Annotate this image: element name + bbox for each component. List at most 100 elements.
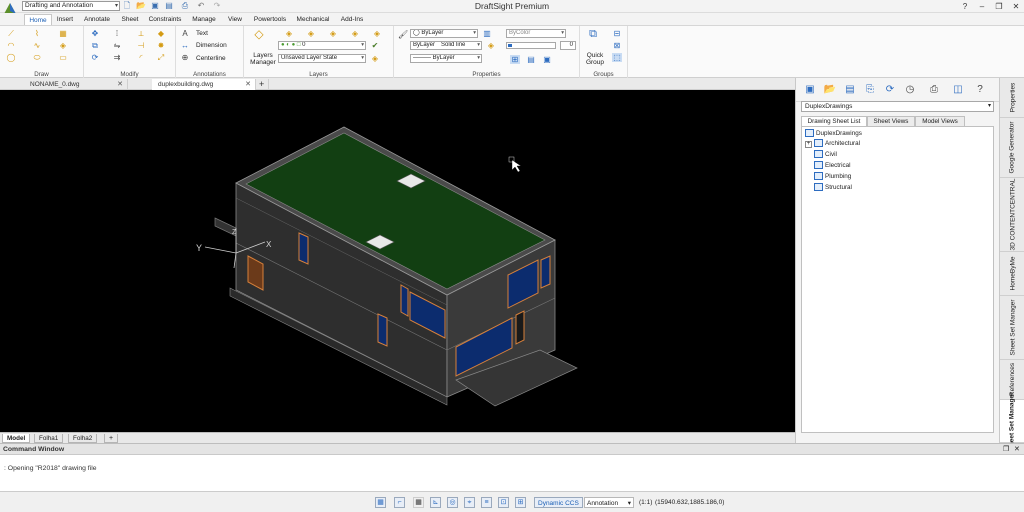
linestyle-manager-icon[interactable]: ◈ [486,41,496,50]
redo-icon[interactable]: ↷ [212,1,222,11]
tree-item-architectural[interactable]: Architectural [814,139,860,149]
group-edit-icon[interactable]: ⊟ [612,29,622,38]
etrack-icon[interactable]: ⌖ [464,497,475,508]
new-sheet-set-icon[interactable]: ▣ [803,83,817,97]
tab-constraints[interactable]: Constraints [145,14,185,25]
new-tab-button[interactable]: + [257,79,269,90]
layers-manager-button[interactable]: Layers Manager [248,52,278,66]
view-dropdown-icon[interactable]: ◫ [951,83,965,97]
array-icon[interactable]: ⁞ [112,29,122,38]
block-icon[interactable]: ◈ [58,41,68,50]
tree-item-plumbing[interactable]: Plumbing [814,172,851,182]
circle-icon[interactable]: ◯ [6,53,16,62]
polyline-icon[interactable]: ⌇ [32,29,42,38]
side-tab-google-generator[interactable]: Google Generator [1000,118,1024,178]
tab-view[interactable]: View [224,14,246,25]
ellipse-icon[interactable]: ⬭ [32,53,42,62]
arc-icon[interactable]: ◠ [6,41,16,50]
group-select-icon[interactable]: ⬚ [612,53,622,62]
tab-drawing-sheet-list[interactable]: Drawing Sheet List [801,116,867,126]
layer-match-icon[interactable]: ◈ [370,54,380,63]
layer-dropdown[interactable]: ● ◐ ● □ 0 ▾ [278,41,366,50]
scale-icon[interactable]: ⤢ [156,53,166,62]
snap-icon[interactable]: ▦ [375,497,386,508]
annotation-scale-dropdown[interactable]: Annotation ▾ [584,497,634,508]
side-tab-homebyme[interactable]: HomeByMe [1000,252,1024,296]
rotate-icon[interactable]: ⟳ [90,53,100,62]
text-command[interactable]: Text [196,30,208,37]
dynamic-ccs-toggle[interactable]: Dynamic CCS [534,497,583,508]
linestyle-dropdown[interactable]: ByLayer Solid line ▾ [410,41,482,50]
copy-icon[interactable]: ⧉ [90,41,100,50]
tree-root[interactable]: DuplexDrawings [805,129,862,139]
open-file-icon[interactable]: 📂 [136,1,146,11]
tab-insert[interactable]: Insert [54,14,76,25]
quick-group-button[interactable]: Quick Group [582,52,608,66]
tree-item-civil[interactable]: Civil [814,150,837,160]
properties-palette-icon[interactable]: ▤ [526,55,536,64]
tab-model-views[interactable]: Model Views [915,116,965,126]
offset-icon[interactable]: ⇉ [112,53,122,62]
command-output[interactable]: : Opening "R2018" drawing file [0,455,1024,492]
close-icon[interactable]: ✕ [245,79,251,90]
layer-isolate-icon[interactable]: ◈ [306,29,316,38]
ungroup-icon[interactable]: ⊠ [612,41,622,50]
layer-freeze-icon[interactable]: ◈ [328,29,338,38]
save-as-icon[interactable]: ▤ [164,1,174,11]
layout-tab-folha2[interactable]: Folha2 [68,434,98,443]
layout-tab-model[interactable]: Model [2,434,31,443]
minimize-button[interactable]: – [975,0,989,13]
dimension-icon[interactable]: ↔ [180,41,190,50]
expand-icon[interactable]: + [805,141,812,148]
match-properties-icon[interactable]: 🖌 [398,30,408,39]
close-icon[interactable]: ✕ [117,79,123,90]
spline-icon[interactable]: ∿ [32,41,42,50]
history-dropdown-icon[interactable]: ◷ [903,83,917,97]
show-lineweight-icon[interactable]: ⊞ [510,55,520,64]
layout-tab-folha1[interactable]: Folha1 [34,434,64,443]
print-dropdown-icon[interactable]: ⎙ [927,83,941,97]
rectangle-icon[interactable]: ▭ [58,53,68,62]
sheet-set-dropdown[interactable]: DuplexDrawings ▾ [801,101,994,112]
tab-sheet-views[interactable]: Sheet Views [867,116,915,126]
hatch-icon[interactable]: ▦ [58,29,68,38]
save-icon[interactable]: ▣ [150,1,160,11]
trim-icon[interactable]: ⟂ [136,29,146,38]
polar-icon[interactable]: ⊾ [430,497,441,508]
side-tab-properties[interactable]: Properties [1000,78,1024,118]
extend-icon[interactable]: ⊣ [136,41,146,50]
ortho-icon[interactable]: ⌐ [394,497,405,508]
make-current-icon[interactable]: ✔ [370,41,380,50]
restore-button[interactable]: ❐ [992,0,1006,13]
tab-annotate[interactable]: Annotate [80,14,114,25]
print-icon[interactable]: ⎙ [180,1,190,11]
dimension-command[interactable]: Dimension [196,42,227,49]
sheet-list-icon[interactable]: ▤ [843,83,857,97]
tab-home[interactable]: Home [24,14,52,25]
tab-powertools[interactable]: Powertools [250,14,290,25]
new-file-icon[interactable]: 🗋 [122,1,132,11]
tab-manage[interactable]: Manage [189,14,219,25]
transparency-field[interactable]: 0 [560,41,576,50]
side-tab-sheet-set-manager-active[interactable]: Sheet Set Manager [1000,392,1024,450]
text-icon[interactable]: A [180,29,190,38]
layer-state-dropdown[interactable]: Unsaved Layer State ▾ [278,54,366,63]
erase-icon[interactable]: ◆ [156,29,166,38]
drawing-canvas[interactable]: Y Z X [0,90,795,432]
color-wheel-icon[interactable]: ▥ [482,29,492,38]
layers-manager-icon[interactable]: ◇ [254,28,264,42]
close-button[interactable]: ✕ [1009,0,1023,13]
quick-group-icon[interactable]: ⧉ [588,29,598,42]
centerline-command[interactable]: Centerline [196,55,226,62]
undo-icon[interactable]: ↶ [196,1,206,11]
help-icon[interactable]: ? [958,0,972,13]
color-dropdown[interactable]: ◯ ByLayer ▾ [410,29,478,38]
centerline-icon[interactable]: ⊕ [180,53,190,62]
doc-tab-noname[interactable]: NONAME_0.dwg ✕ [24,79,128,90]
open-sheet-set-icon[interactable]: 📂 [823,83,837,97]
side-tab-3d-contentcentral[interactable]: 3D CONTENTCENTRAL [1000,178,1024,252]
mirror-icon[interactable]: ⇋ [112,41,122,50]
transparency-mode-dropdown[interactable]: ByColor ▾ [506,29,566,38]
tree-item-structural[interactable]: Structural [814,183,852,193]
layer-previous-icon[interactable]: ◈ [284,29,294,38]
